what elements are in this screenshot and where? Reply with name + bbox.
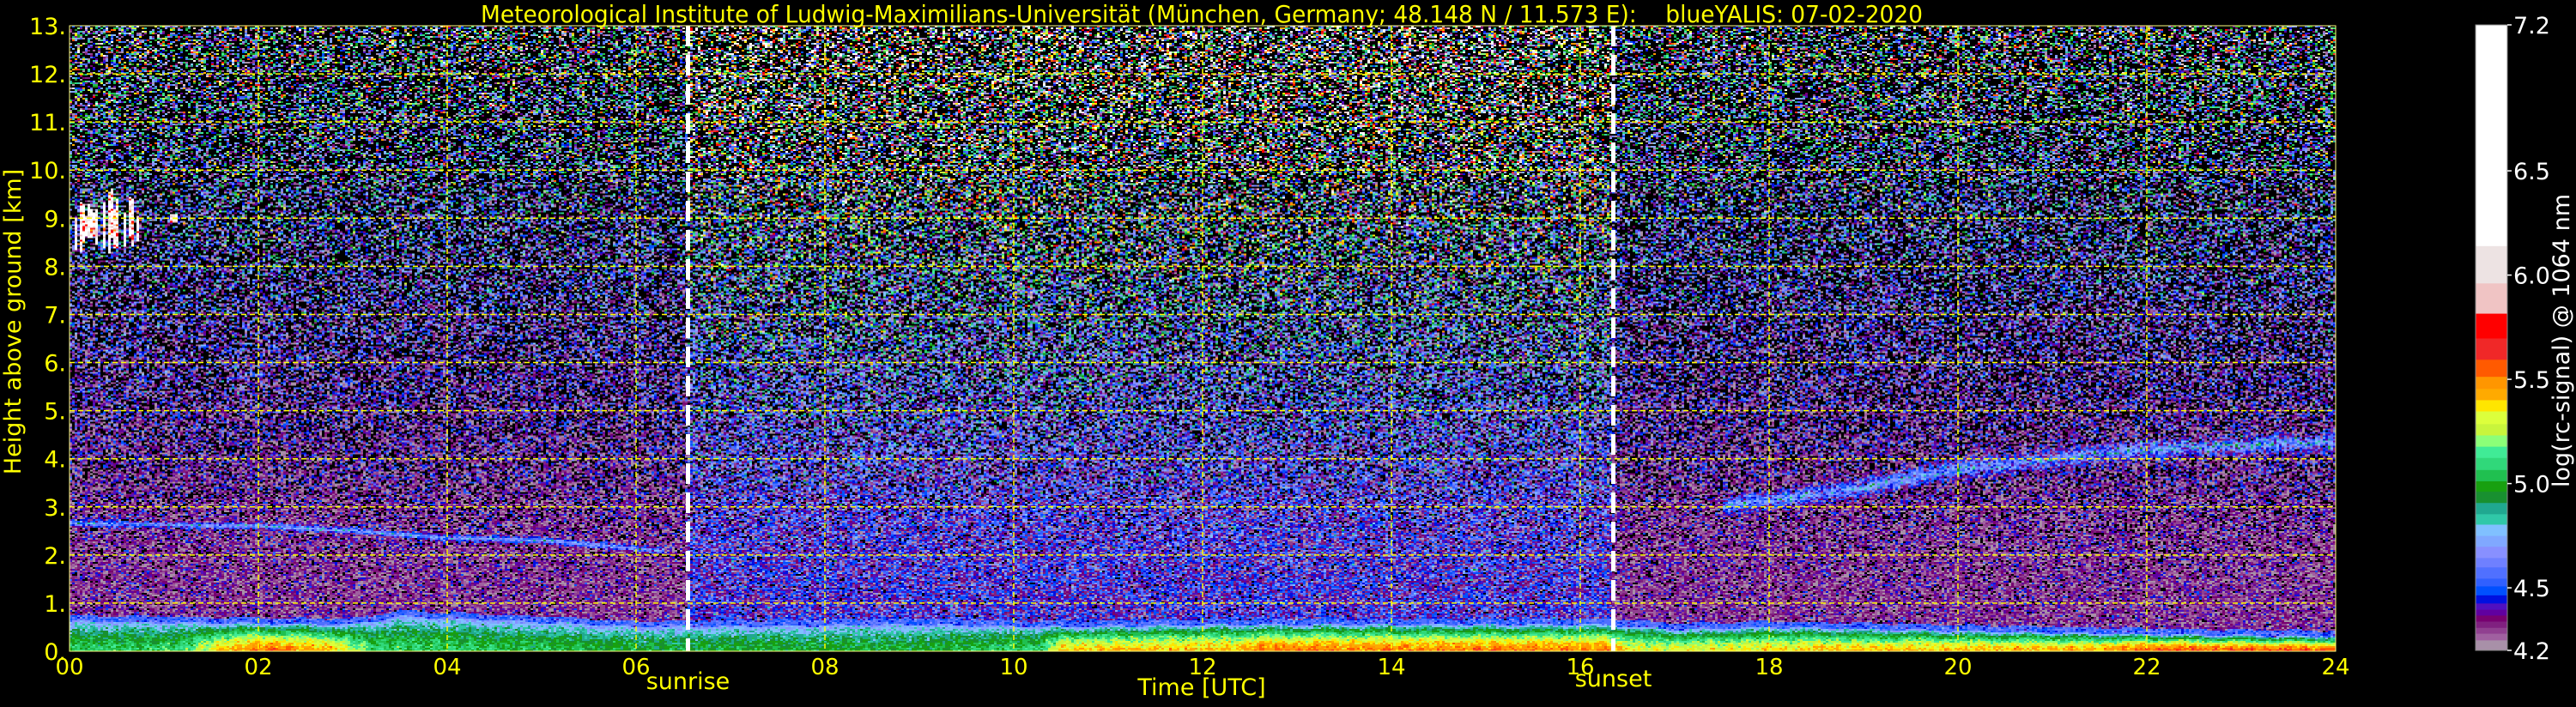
x-tick-label: 10 xyxy=(999,655,1027,680)
x-tick-label: 08 xyxy=(810,655,839,680)
colorbar-segment xyxy=(2476,535,2507,547)
colorbar-segment xyxy=(2476,411,2507,425)
y-tick-label: 6. xyxy=(44,351,66,378)
y-tick-label: 4. xyxy=(44,447,66,474)
chart-title: Meteorological Institute of Ludwig-Maxim… xyxy=(481,0,1923,28)
y-tick-label: 10. xyxy=(29,158,66,184)
colorbar-segment xyxy=(2476,602,2507,610)
colorbar-segment xyxy=(2476,282,2507,314)
y-tick-label: 1. xyxy=(44,591,66,618)
colorbar-segment xyxy=(2476,566,2507,579)
y-tick-label: 12. xyxy=(29,62,66,88)
x-tick-label: 02 xyxy=(244,655,272,680)
y-tick-label: 8. xyxy=(44,254,66,281)
x-tick-label: 18 xyxy=(1755,655,1783,680)
colorbar-tick-label: 7.2 xyxy=(2513,13,2550,39)
colorbar-segment xyxy=(2476,633,2507,641)
y-tick-label: 3. xyxy=(44,495,66,522)
colorbar-segment xyxy=(2476,388,2507,401)
colorbar-segment xyxy=(2476,557,2507,568)
colorbar-segment xyxy=(2476,614,2507,622)
colorbar-segment xyxy=(2476,609,2507,616)
colorbar-segment xyxy=(2476,245,2507,284)
colorbar-label: log(rc-signal) @ 1064 nm xyxy=(2549,194,2575,487)
x-tick-label: 22 xyxy=(2132,655,2161,680)
y-tick-label: 9. xyxy=(44,206,66,233)
colorbar-tick-label: 4.5 xyxy=(2513,576,2550,602)
colorbar-segment xyxy=(2476,523,2507,536)
colorbar-segment xyxy=(2476,25,2507,246)
x-tick-label: 24 xyxy=(2321,655,2349,680)
colorbar-segment xyxy=(2476,577,2507,587)
y-tick-label: 13. xyxy=(29,14,66,40)
colorbar-segment xyxy=(2476,620,2507,628)
colorbar-tick-labels: 7.2 6.5 6.0 5.5 5.0 4.5 4.2 xyxy=(2507,13,2550,665)
colorbar-segment xyxy=(2476,313,2507,339)
colorbar-segment xyxy=(2476,399,2507,412)
colorbar-segment xyxy=(2476,595,2507,604)
colorbar-segment xyxy=(2476,639,2507,651)
colorbar-segment xyxy=(2476,359,2507,378)
x-tick-label: 04 xyxy=(433,655,461,680)
colorbar-tick-label: 5.5 xyxy=(2513,367,2550,394)
colorbar-segment xyxy=(2476,546,2507,559)
sunset-label: sunset xyxy=(1575,666,1652,692)
y-tick-label: 0. xyxy=(44,639,66,666)
y-axis-label: Height above ground [km] xyxy=(0,169,27,474)
colorbar-segment xyxy=(2476,446,2507,458)
x-tick-label: 14 xyxy=(1377,655,1405,680)
colorbar-segment xyxy=(2476,502,2507,515)
y-tick-label: 7. xyxy=(44,302,66,329)
y-tick-label: 11. xyxy=(29,110,66,136)
colorbar-segment xyxy=(2476,469,2507,481)
sunrise-label: sunrise xyxy=(646,668,730,695)
colorbar-segment xyxy=(2476,457,2507,470)
y-tick-labels: 0. 1. 2. 3. 4. 5. 6. 7. 8. 9. 10. 11. 12. 13. xyxy=(29,14,66,666)
sun-lines xyxy=(686,26,1615,651)
colorbar xyxy=(2475,24,2508,651)
y-tick-label: 5. xyxy=(44,399,66,426)
colorbar-tick-label: 4.2 xyxy=(2513,638,2550,665)
colorbar-tick-label: 5.0 xyxy=(2513,472,2550,499)
colorbar-segment xyxy=(2476,513,2507,525)
x-axis-label: Time [UTC] xyxy=(1136,674,1265,701)
colorbar-segment xyxy=(2476,337,2507,360)
colorbar-segment xyxy=(2476,376,2507,390)
colorbar-segment xyxy=(2476,627,2507,634)
chart-overlay: Meteorological Institute of Ludwig-Maxim… xyxy=(0,0,2575,701)
colorbar-tick-label: 6.0 xyxy=(2513,263,2550,290)
colorbar-segment xyxy=(2476,480,2507,492)
colorbar-segment xyxy=(2476,585,2507,595)
colorbar-segment xyxy=(2476,491,2507,504)
gridlines xyxy=(70,26,2336,651)
colorbar-segment xyxy=(2476,423,2507,436)
x-tick-label: 20 xyxy=(1943,655,1972,680)
colorbar-tick-label: 6.5 xyxy=(2513,159,2550,185)
colorbar-segment xyxy=(2476,434,2507,447)
y-tick-label: 2. xyxy=(44,543,66,570)
